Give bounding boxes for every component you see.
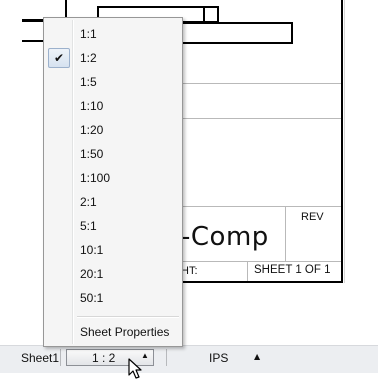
drawing-title-fragment: -Comp: [181, 222, 269, 252]
rev-label: REV: [301, 211, 324, 223]
title-block-line: [285, 206, 286, 262]
menu-item-scale-1-1[interactable]: 1:1: [46, 23, 180, 45]
status-separator: [60, 349, 61, 366]
drawing-line: [203, 6, 205, 23]
title-block-line: [183, 83, 341, 84]
drawing-line: [22, 19, 44, 22]
menu-item-label: 5:1: [80, 219, 97, 233]
menu-item-scale-2-1[interactable]: 2:1: [46, 191, 180, 213]
sheet-border-shadow: [344, 0, 345, 283]
menu-item-scale-20-1[interactable]: 20:1: [46, 263, 180, 285]
scale-menu: 1:1 ✔ 1:2 1:5 1:10 1:20 1:50 1:100 2:1 5…: [43, 17, 183, 347]
sheet-tab[interactable]: Sheet1: [21, 351, 59, 365]
menu-item-scale-1-5[interactable]: 1:5: [46, 71, 180, 93]
weight-label-fragment: HT:: [181, 265, 198, 277]
menu-item-label: 50:1: [80, 291, 104, 305]
sheet-scale-value: 1 : 2: [92, 351, 116, 365]
menu-item-label: 20:1: [80, 267, 104, 281]
menu-item-scale-5-1[interactable]: 5:1: [46, 215, 180, 237]
menu-item-scale-10-1[interactable]: 10:1: [46, 239, 180, 261]
menu-item-sheet-properties[interactable]: Sheet Properties: [46, 321, 180, 343]
menu-item-label: 1:2: [80, 51, 97, 65]
chevron-up-icon[interactable]: ▲: [254, 352, 260, 361]
checkmark-icon: ✔: [48, 48, 70, 68]
menu-item-label: 1:1: [80, 27, 97, 41]
menu-item-label: 1:100: [80, 171, 111, 185]
status-bar-bottom-strip: [0, 373, 378, 391]
menu-item-label: Sheet Properties: [80, 325, 170, 339]
sheet-of-label: SHEET 1 OF 1: [254, 264, 331, 276]
menu-item-label: 1:5: [80, 75, 97, 89]
menu-item-label: 10:1: [80, 243, 104, 257]
title-block-bottom: [183, 281, 343, 283]
mouse-pointer-icon: [128, 358, 142, 379]
menu-item-scale-50-1[interactable]: 50:1: [46, 287, 180, 309]
drawing-line: [22, 40, 44, 42]
menu-item-label: 2:1: [80, 195, 97, 209]
menu-item-scale-1-20[interactable]: 1:20: [46, 119, 180, 141]
menu-item-scale-1-2[interactable]: ✔ 1:2: [46, 47, 180, 69]
title-block-line: [183, 118, 341, 119]
status-separator: [166, 349, 167, 366]
menu-item-scale-1-50[interactable]: 1:50: [46, 143, 180, 165]
title-block-line: [247, 261, 248, 282]
title-block-line: [183, 261, 341, 262]
menu-item-label: 1:20: [80, 123, 104, 137]
menu-item-scale-1-10[interactable]: 1:10: [46, 95, 180, 117]
sheet-border-right: [341, 0, 343, 283]
drawing-line: [65, 0, 67, 17]
menu-item-scale-1-100[interactable]: 1:100: [46, 167, 180, 189]
menu-separator: [77, 316, 179, 318]
menu-item-label: 1:10: [80, 99, 104, 113]
menu-item-label: 1:50: [80, 147, 104, 161]
drawing-rect: [180, 22, 293, 44]
title-block-line: [183, 206, 341, 207]
units-label[interactable]: IPS: [209, 351, 228, 365]
